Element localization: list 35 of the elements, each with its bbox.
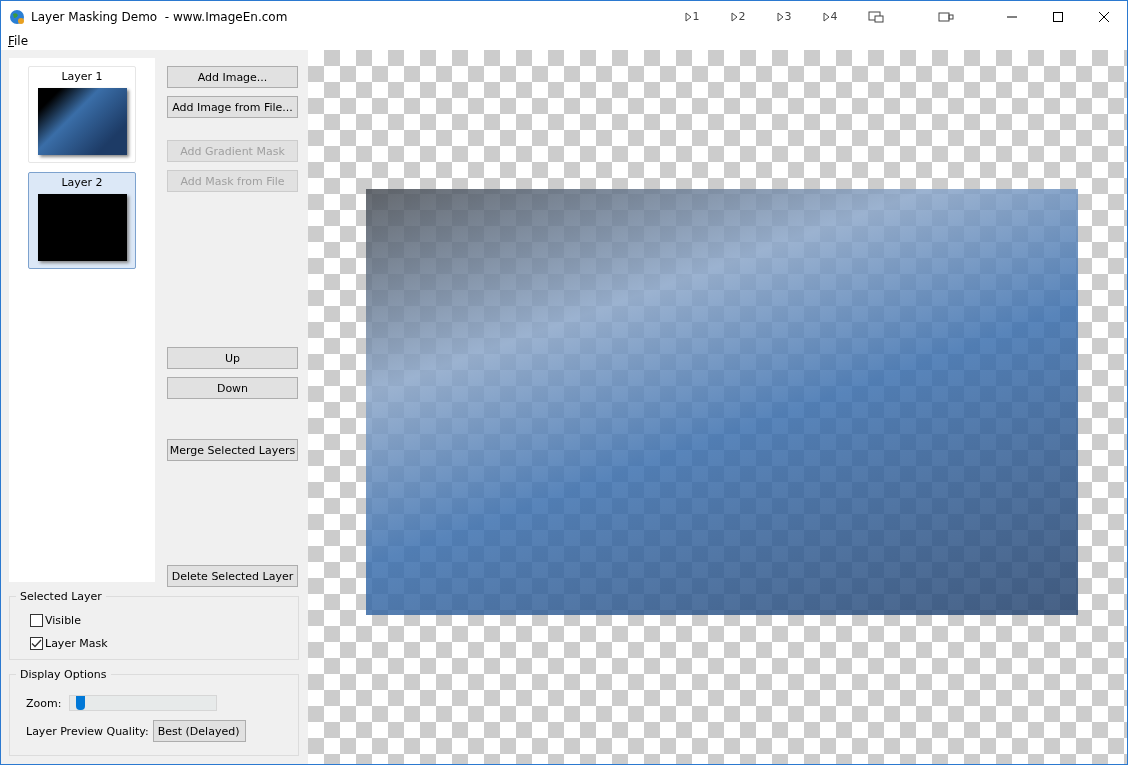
play-icon xyxy=(684,11,692,22)
zoom-label: Zoom: xyxy=(26,696,62,710)
play-icon xyxy=(730,11,738,22)
quality-dropdown[interactable]: Best (Delayed) xyxy=(152,720,246,742)
zoom-slider[interactable] xyxy=(69,695,218,711)
caption-button[interactable]: 3 xyxy=(761,1,807,32)
caption-button[interactable]: 4 xyxy=(807,1,853,32)
slider-thumb[interactable] xyxy=(75,696,85,710)
action-button[interactable]: Add Image from File... xyxy=(167,96,298,118)
group-title: Selected Layer xyxy=(16,590,106,603)
quality-label: Layer Preview Quality: xyxy=(26,724,149,738)
close-icon xyxy=(1099,11,1109,22)
menu-item[interactable]: File xyxy=(8,34,29,48)
checkbox[interactable] xyxy=(30,614,43,627)
layer-item[interactable]: Layer 2 xyxy=(28,172,136,269)
action-button[interactable]: Up xyxy=(167,347,298,369)
action-button[interactable]: Delete Selected Layer xyxy=(167,565,298,587)
layer-item[interactable]: Layer 1 xyxy=(28,66,136,163)
layer-label: Layer 2 xyxy=(61,176,103,189)
play-icon xyxy=(822,11,830,22)
checkbox-label: Layer Mask xyxy=(45,637,108,650)
action-button[interactable]: Add Image... xyxy=(167,66,298,88)
checkbox[interactable] xyxy=(30,637,43,650)
group-title: Display Options xyxy=(16,668,111,681)
caption-button[interactable]: 2 xyxy=(715,1,761,32)
action-button[interactable]: Down xyxy=(167,377,298,399)
caption-button[interactable]: 1 xyxy=(669,1,715,32)
globe-icon xyxy=(9,8,25,25)
action-button[interactable]: Merge Selected Layers xyxy=(167,439,298,461)
window-title: Layer Masking Demo - www.ImageEn.com xyxy=(31,9,288,24)
layer-label: Layer 1 xyxy=(61,70,103,83)
checkbox-label: Visible xyxy=(45,614,81,627)
play-icon xyxy=(776,11,784,22)
minimize-icon xyxy=(1007,15,1017,18)
maximize-icon xyxy=(1053,11,1063,22)
